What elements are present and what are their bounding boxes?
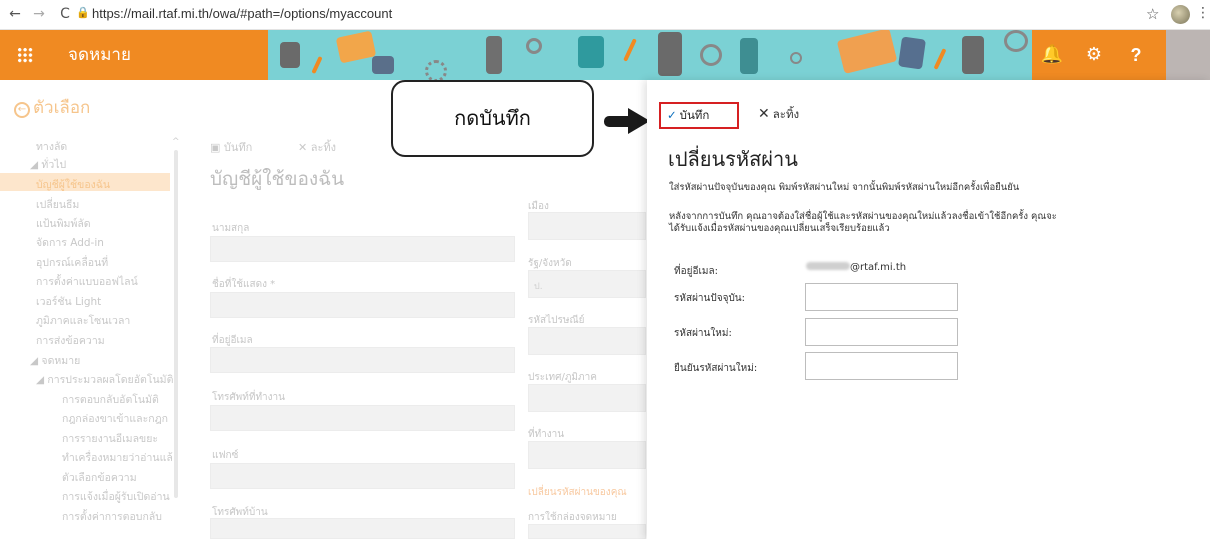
discard-icon: ✕ <box>298 141 311 154</box>
nav-keyboard-shortcuts[interactable]: แป้นพิมพ์ลัด <box>36 215 91 232</box>
display-name-field[interactable] <box>210 292 515 318</box>
label-postal: รหัสไปรษณีย์ <box>528 315 585 326</box>
checkmark-icon: ✓ <box>667 108 677 122</box>
fax-field[interactable] <box>210 463 515 489</box>
scroll-up-icon[interactable]: ^ <box>172 137 180 147</box>
label-country: ประเทศ/ภูมิภาค <box>528 372 597 383</box>
help-question-icon[interactable]: ? <box>1124 42 1148 68</box>
reload-icon[interactable]: C <box>56 5 74 23</box>
nav-offline-settings[interactable]: การตั้งค่าแบบออฟไลน์ <box>36 273 138 290</box>
waffle-icon <box>17 47 33 63</box>
nav-light-version[interactable]: เวอร์ชัน Light <box>36 293 101 310</box>
bookmark-star-icon[interactable]: ☆ <box>1146 5 1159 23</box>
lock-icon: 🔒 <box>76 7 90 19</box>
country-field[interactable] <box>528 384 646 412</box>
nav-my-account[interactable]: บัญชีผู้ใช้ของฉัน <box>36 176 110 193</box>
home-phone-field[interactable] <box>210 518 515 539</box>
save-icon: ▣ <box>210 141 224 154</box>
nav-scrollbar[interactable] <box>174 150 178 498</box>
nav-mobile-devices[interactable]: อุปกรณ์เคลื่อนที่ <box>36 254 108 271</box>
address-bar[interactable]: 🔒 https://mail.rtaf.mi.th/owa/#path=/opti… <box>76 6 393 21</box>
confirm-password-label: ยืนยันรหัสผ่านใหม่: <box>674 363 758 374</box>
instruction-text: ใส่รหัสผ่านปัจจุบันของคุณ พิมพ์รหัสผ่านใ… <box>669 182 1020 193</box>
nav-manage-addins[interactable]: จัดการ Add-in <box>36 234 104 251</box>
label-fax: แฟกซ์ <box>212 450 239 461</box>
url-text: https://mail.rtaf.mi.th/owa/#path=/optio… <box>92 6 393 21</box>
nav-shortcuts[interactable]: ทางลัด <box>36 138 67 155</box>
confirm-password-input[interactable] <box>805 352 958 380</box>
nav-auto-reply[interactable]: การตอบกลับอัตโนมัติ <box>62 391 159 408</box>
browser-menu-icon[interactable]: ⋮ <box>1196 5 1210 21</box>
mid-save-button[interactable]: ▣ บันทึก <box>210 138 252 156</box>
office-field[interactable] <box>528 441 646 469</box>
close-icon: ✕ <box>758 106 770 122</box>
nav-message-options[interactable]: ตัวเลือกข้อความ <box>62 469 137 486</box>
nav-messaging[interactable]: การส่งข้อความ <box>36 332 105 349</box>
work-phone-field[interactable] <box>210 405 515 431</box>
email-label: ที่อยู่อีเมล: <box>674 266 718 277</box>
label-state: รัฐ/จังหวัด <box>528 258 572 269</box>
email-field[interactable] <box>210 347 515 373</box>
forward-arrow-icon[interactable]: → <box>30 5 48 23</box>
label-mailbox-usage: การใช้กล่องจดหมาย <box>528 512 617 523</box>
nav-change-theme[interactable]: เปลี่ยนธีม <box>36 196 79 213</box>
new-password-input[interactable] <box>805 318 958 346</box>
state-field[interactable] <box>528 270 646 298</box>
back-arrow-icon[interactable]: ← <box>6 5 24 23</box>
save-button[interactable]: ✓ บันทึก <box>659 102 739 129</box>
last-name-field[interactable] <box>210 236 515 262</box>
current-password-label: รหัสผ่านปัจจุบัน: <box>674 293 745 304</box>
current-password-input[interactable] <box>805 283 958 311</box>
nav-junk-reporting[interactable]: การรายงานอีเมลขยะ <box>62 430 158 447</box>
options-back-link[interactable]: ← ตัวเลือก <box>14 94 90 121</box>
settings-gear-icon[interactable]: ⚙ <box>1082 42 1106 68</box>
mid-discard-button[interactable]: ✕ ละทิ้ง <box>298 138 336 156</box>
app-title[interactable]: จดหมาย <box>50 30 268 80</box>
change-password-link[interactable]: เปลี่ยนรหัสผ่านของคุณ <box>528 485 627 500</box>
label-display-name: ชื่อที่ใช้แสดง * <box>212 279 276 290</box>
label-email: ที่อยู่อีเมล <box>212 335 253 346</box>
nav-inbox-rules[interactable]: กฎกล่องขาเข้าและกฎก <box>62 410 168 427</box>
mailbox-usage-bar <box>528 524 646 539</box>
state-value: ป. <box>534 282 543 292</box>
panel-title: เปลี่ยนรหัสผ่าน <box>668 147 798 171</box>
nav-general[interactable]: ◢ ทั่วไป <box>30 156 66 173</box>
instruction-callout: กดบันทึก <box>391 80 594 157</box>
nav-mail[interactable]: ◢ จดหมาย <box>30 352 80 369</box>
postal-field[interactable] <box>528 327 646 355</box>
email-value: @rtaf.mi.th <box>806 262 906 273</box>
label-last-name: นามสกุล <box>212 223 250 234</box>
label-work-phone: โทรศัพท์ที่ทำงาน <box>212 392 285 403</box>
new-password-label: รหัสผ่านใหม่: <box>674 328 732 339</box>
redacted-username <box>806 262 850 270</box>
owa-header: จดหมาย 🔔 ⚙ ? <box>0 30 1166 80</box>
city-field[interactable] <box>528 212 646 240</box>
user-photo-placeholder[interactable] <box>1166 30 1210 80</box>
discard-button[interactable]: ✕ ละทิ้ง <box>758 106 799 124</box>
nav-automatic-processing[interactable]: ◢ การประมวลผลโดยอัตโนมัติ <box>36 371 173 388</box>
nav-read-receipts[interactable]: การแจ้งเมื่อผู้รับเปิดอ่าน <box>62 488 170 505</box>
profile-avatar[interactable] <box>1171 5 1190 24</box>
header-actions: 🔔 ⚙ ? <box>1032 30 1166 80</box>
note-text-line2: ได้รับแจ้งเมื่อรหัสผ่านของคุณเปลี่ยนเสร็… <box>669 223 890 234</box>
mid-page-title: บัญชีผู้ใช้ของฉัน <box>210 168 345 190</box>
nav-reply-settings[interactable]: การตั้งค่าการตอบกลับ <box>62 508 162 525</box>
nav-mark-as-read[interactable]: ทำเครื่องหมายว่าอ่านแล้ <box>62 449 173 466</box>
notifications-bell-icon[interactable]: 🔔 <box>1040 42 1064 68</box>
nav-region-timezone[interactable]: ภูมิภาคและโซนเวลา <box>36 312 130 329</box>
browser-toolbar: ← → C 🔒 https://mail.rtaf.mi.th/owa/#path… <box>0 0 1210 30</box>
app-launcher-button[interactable] <box>0 30 50 80</box>
back-circle-icon: ← <box>14 102 30 118</box>
label-office: ที่ทำงาน <box>528 429 565 440</box>
